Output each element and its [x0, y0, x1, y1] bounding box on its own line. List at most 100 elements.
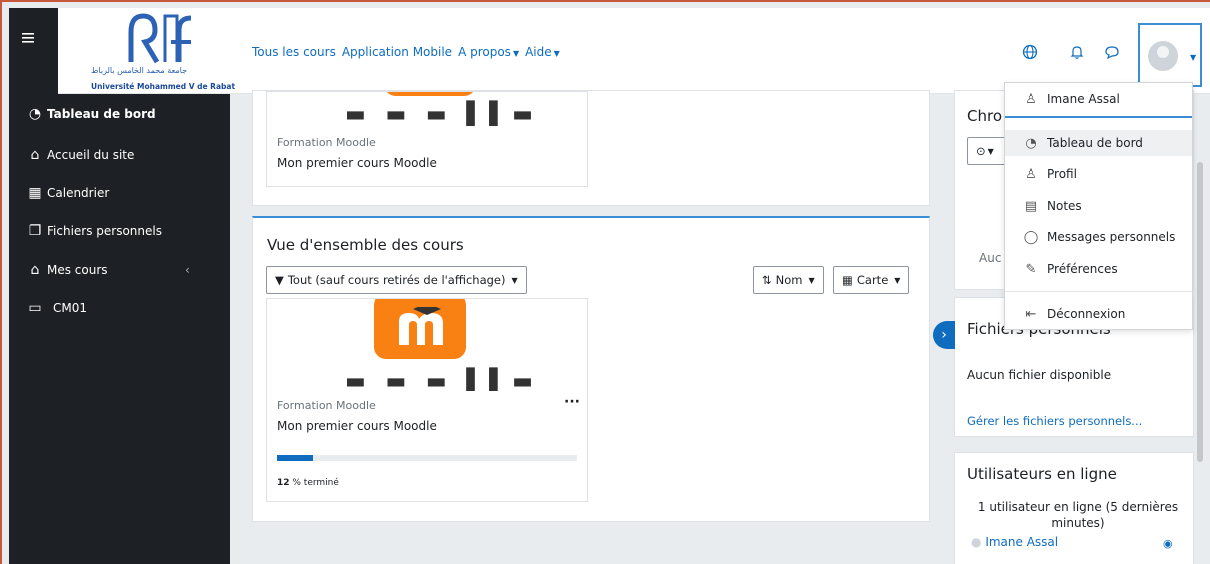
navbar-drawer-toggle-area — [9, 8, 58, 94]
online-users-block: Utilisateurs en ligne 1 utilisateur en l… — [954, 452, 1194, 564]
user-icon: ♙ — [1025, 166, 1037, 182]
university-logo[interactable]: جامعة محمد الخامس بالرباط Université Moh… — [81, 12, 241, 92]
sidebar-item-calendar[interactable]: ▦ Calendrier — [27, 185, 109, 201]
online-users-summary: 1 utilisateur en ligne (5 dernières minu… — [977, 500, 1179, 530]
sidebar-item-label: Tableau de bord — [47, 107, 156, 121]
view-label: Carte — [856, 273, 889, 287]
course-image: ▬ ▬ ▬ ▌▌▬ — [267, 299, 587, 391]
left-sidebar: ◔ Tableau de bord ⌂ Accueil du site ▦ Ca… — [9, 94, 230, 564]
logo-arabic-text: جامعة محمد الخامس بالرباط — [91, 66, 188, 75]
clock-icon: ⊙ — [976, 144, 986, 158]
dropdown-item-grades[interactable]: ▤ Notes — [1005, 193, 1192, 219]
dropdown-item-label: Déconnexion — [1047, 307, 1126, 321]
browser-frame: جامعة محمد الخامس بالرباط Université Moh… — [0, 0, 1210, 564]
nav-link-all-courses[interactable]: Tous les cours — [252, 45, 336, 59]
logo-emblem-icon — [128, 13, 192, 64]
caret-down-icon: ▼ — [511, 275, 518, 285]
private-files-empty: Aucun fichier disponible — [967, 368, 1112, 382]
globe-icon[interactable] — [1020, 44, 1040, 64]
sidebar-item-site-home[interactable]: ⌂ Accueil du site — [27, 147, 135, 163]
user-menu-toggle[interactable]: ▼ — [1138, 23, 1202, 87]
filter-label: Tout (sauf cours retirés de l'affichage) — [287, 273, 506, 287]
dropdown-item-dashboard[interactable]: ◔ Tableau de bord — [1005, 130, 1192, 156]
dropdown-item-profile[interactable]: ♙ Profil — [1005, 161, 1192, 187]
sidebar-item-dashboard[interactable]: ◔ Tableau de bord — [27, 106, 156, 122]
course-name[interactable]: Mon premier cours Moodle — [277, 419, 437, 433]
wrench-icon: ✎ — [1025, 261, 1037, 277]
caret-down-icon: ▼ — [553, 49, 560, 58]
sort-dropdown[interactable]: ⇅ Nom ▼ — [753, 266, 824, 294]
primary-navigation: Tous les cours Application Mobile A prop… — [252, 45, 560, 59]
drawer-toggle-chevron-icon[interactable]: › — [933, 321, 955, 349]
caret-down-icon: ▼ — [512, 49, 520, 58]
course-overview-block: Vue d'ensemble des cours ▼ Tout (sauf co… — [252, 216, 930, 522]
dropdown-item-messages[interactable]: ◯ Messages personnels — [1005, 224, 1192, 250]
caret-down-icon: ▼ — [894, 275, 901, 285]
course-progress-fill — [277, 455, 313, 461]
dropdown-item-label: Préférences — [1047, 262, 1118, 276]
home-icon: ⌂ — [30, 147, 40, 163]
timeline-title: Chro — [967, 107, 1002, 125]
course-image: ▬ ▬ ▬ ▌▌▬ — [267, 92, 587, 126]
caret-down-icon: ▼ — [987, 146, 994, 156]
page-scrollbar[interactable] — [1197, 162, 1203, 462]
dropdown-divider — [1005, 291, 1192, 292]
sidebar-item-course-cm01[interactable]: ▭ CM01 — [27, 300, 87, 316]
dropdown-item-label: Notes — [1047, 199, 1082, 213]
course-category: Formation Moodle — [277, 136, 376, 149]
course-card[interactable]: ▬ ▬ ▬ ▌▌▬ Formation Moodle ··· Mon premi… — [266, 298, 588, 502]
course-overview-title: Vue d'ensemble des cours — [267, 236, 464, 254]
recent-course-card[interactable]: ▬ ▬ ▬ ▌▌▬ Formation Moodle Mon premier c… — [266, 91, 588, 187]
chat-icon[interactable] — [1102, 44, 1122, 64]
dropdown-item-logout[interactable]: ⇤ Déconnexion — [1005, 301, 1192, 327]
bell-icon[interactable] — [1067, 44, 1087, 64]
nav-link-mobile-app[interactable]: Application Mobile — [342, 45, 452, 59]
logo-university-name: Université Mohammed V de Rabat — [91, 82, 236, 91]
dropdown-item-label: Messages personnels — [1047, 230, 1176, 244]
course-name[interactable]: Mon premier cours Moodle — [277, 156, 437, 170]
moodle-m-icon — [395, 303, 447, 347]
folder-icon: ▭ — [28, 300, 42, 316]
graduation-cap-icon: ⌂ — [30, 262, 40, 278]
timeline-empty-text: Auc — [979, 251, 1002, 265]
grades-icon: ▤ — [1024, 198, 1038, 214]
course-progress-text: 12 % terminé — [277, 478, 339, 488]
dropdown-divider — [1005, 116, 1192, 118]
grid-icon: ▦ — [842, 273, 853, 287]
calendar-icon: ▦ — [28, 185, 42, 201]
progress-number: 12 — [277, 478, 290, 488]
user-avatar-icon: ● — [971, 535, 982, 549]
hamburger-menu-icon[interactable] — [21, 30, 45, 54]
manage-private-files-link[interactable]: Gérer les fichiers personnels... — [967, 414, 1142, 428]
avatar-icon — [1148, 41, 1178, 71]
timeline-filter-dropdown[interactable]: ⊙ ▼ — [967, 137, 1007, 165]
nav-link-about[interactable]: A propos ▼ — [458, 45, 519, 59]
dropdown-item-label: Profil — [1047, 167, 1077, 181]
dropdown-item-label: Tableau de bord — [1047, 136, 1143, 150]
sort-label: Nom — [775, 273, 803, 287]
dashboard-icon: ◔ — [28, 106, 42, 122]
course-progress-bar — [277, 455, 577, 461]
sidebar-item-label: Fichiers personnels — [47, 224, 162, 238]
online-user-entry[interactable]: ● Imane Assal — [971, 535, 1058, 549]
sidebar-item-private-files[interactable]: ❐ Fichiers personnels — [27, 223, 162, 239]
grouping-filter-dropdown[interactable]: ▼ Tout (sauf cours retirés de l'affichag… — [266, 266, 527, 294]
course-category: Formation Moodle — [277, 399, 376, 412]
chat-icon: ◯ — [1023, 229, 1039, 245]
dropdown-user-name[interactable]: ♙ Imane Assal — [1005, 86, 1192, 112]
course-actions-menu-icon[interactable]: ··· — [564, 394, 580, 410]
main-content: ▬ ▬ ▬ ▌▌▬ Formation Moodle Mon premier c… — [230, 90, 950, 564]
sidebar-item-label: Calendrier — [47, 186, 110, 200]
dropdown-item-preferences[interactable]: ✎ Préférences — [1005, 256, 1192, 282]
sidebar-item-label: Accueil du site — [47, 148, 135, 162]
sidebar-item-my-courses[interactable]: ⌂ Mes cours — [27, 262, 108, 278]
nav-link-help-label: Aide — [525, 45, 552, 59]
chevron-left-icon[interactable]: ‹ — [185, 263, 190, 277]
eye-icon[interactable]: ◉ — [1163, 537, 1173, 550]
dashboard-icon: ◔ — [1025, 135, 1037, 151]
progress-suffix: % terminé — [289, 478, 339, 488]
view-dropdown[interactable]: ▦ Carte ▼ — [833, 266, 910, 294]
filter-icon: ▼ — [275, 273, 284, 287]
sidebar-item-label: CM01 — [53, 301, 88, 315]
nav-link-help[interactable]: Aide ▼ — [525, 45, 560, 59]
